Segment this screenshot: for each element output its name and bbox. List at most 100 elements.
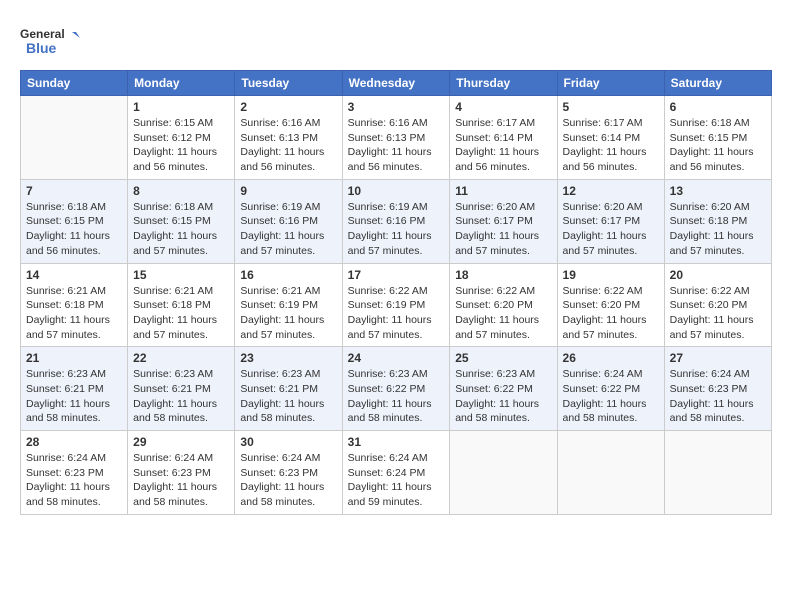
day-info: Sunrise: 6:16 AM Sunset: 6:13 PM Dayligh…: [240, 116, 336, 175]
day-number: 10: [348, 184, 445, 198]
calendar-table: SundayMondayTuesdayWednesdayThursdayFrid…: [20, 70, 772, 515]
day-number: 19: [563, 268, 659, 282]
day-cell: 23 Sunrise: 6:23 AM Sunset: 6:21 PM Dayli…: [235, 347, 342, 431]
day-cell: 11 Sunrise: 6:20 AM Sunset: 6:17 PM Dayli…: [450, 179, 557, 263]
day-info: Sunrise: 6:17 AM Sunset: 6:14 PM Dayligh…: [563, 116, 659, 175]
day-info: Sunrise: 6:24 AM Sunset: 6:23 PM Dayligh…: [240, 451, 336, 510]
day-number: 17: [348, 268, 445, 282]
logo: General Blue: [20, 20, 80, 60]
day-cell: [664, 431, 771, 515]
day-number: 12: [563, 184, 659, 198]
day-cell: 22 Sunrise: 6:23 AM Sunset: 6:21 PM Dayli…: [128, 347, 235, 431]
day-info: Sunrise: 6:23 AM Sunset: 6:21 PM Dayligh…: [133, 367, 229, 426]
day-info: Sunrise: 6:22 AM Sunset: 6:20 PM Dayligh…: [563, 284, 659, 343]
day-info: Sunrise: 6:24 AM Sunset: 6:23 PM Dayligh…: [133, 451, 229, 510]
day-cell: 25 Sunrise: 6:23 AM Sunset: 6:22 PM Dayli…: [450, 347, 557, 431]
day-info: Sunrise: 6:20 AM Sunset: 6:17 PM Dayligh…: [455, 200, 551, 259]
day-info: Sunrise: 6:21 AM Sunset: 6:19 PM Dayligh…: [240, 284, 336, 343]
day-info: Sunrise: 6:21 AM Sunset: 6:18 PM Dayligh…: [133, 284, 229, 343]
day-cell: 17Sunrise: 6:22 AM Sunset: 6:19 PM Dayli…: [342, 263, 450, 347]
day-cell: [450, 431, 557, 515]
day-info: Sunrise: 6:23 AM Sunset: 6:22 PM Dayligh…: [455, 367, 551, 426]
day-number: 31: [348, 435, 445, 449]
svg-text:Blue: Blue: [26, 40, 57, 56]
day-cell: 28Sunrise: 6:24 AM Sunset: 6:23 PM Dayli…: [21, 431, 128, 515]
col-header-wednesday: Wednesday: [342, 71, 450, 96]
day-cell: 19 Sunrise: 6:22 AM Sunset: 6:20 PM Dayli…: [557, 263, 664, 347]
day-cell: 1Sunrise: 6:15 AM Sunset: 6:12 PM Daylig…: [128, 96, 235, 180]
day-info: Sunrise: 6:22 AM Sunset: 6:20 PM Dayligh…: [455, 284, 551, 343]
day-number: 14: [26, 268, 122, 282]
day-number: 3: [348, 100, 445, 114]
day-info: Sunrise: 6:20 AM Sunset: 6:17 PM Dayligh…: [563, 200, 659, 259]
day-number: 24: [348, 351, 445, 365]
day-number: 26: [563, 351, 659, 365]
day-cell: 12 Sunrise: 6:20 AM Sunset: 6:17 PM Dayli…: [557, 179, 664, 263]
day-number: 5: [563, 100, 659, 114]
day-cell: 31Sunrise: 6:24 AM Sunset: 6:24 PM Dayli…: [342, 431, 450, 515]
day-number: 13: [670, 184, 766, 198]
week-row-4: 21 Sunrise: 6:23 AM Sunset: 6:21 PM Dayli…: [21, 347, 772, 431]
day-number: 18: [455, 268, 551, 282]
day-cell: 30 Sunrise: 6:24 AM Sunset: 6:23 PM Dayli…: [235, 431, 342, 515]
day-number: 7: [26, 184, 122, 198]
day-cell: 3 Sunrise: 6:16 AM Sunset: 6:13 PM Daylig…: [342, 96, 450, 180]
day-number: 29: [133, 435, 229, 449]
day-number: 15: [133, 268, 229, 282]
day-info: Sunrise: 6:18 AM Sunset: 6:15 PM Dayligh…: [133, 200, 229, 259]
day-info: Sunrise: 6:21 AM Sunset: 6:18 PM Dayligh…: [26, 284, 122, 343]
week-row-3: 14 Sunrise: 6:21 AM Sunset: 6:18 PM Dayli…: [21, 263, 772, 347]
day-info: Sunrise: 6:23 AM Sunset: 6:21 PM Dayligh…: [240, 367, 336, 426]
day-number: 11: [455, 184, 551, 198]
day-cell: 14 Sunrise: 6:21 AM Sunset: 6:18 PM Dayli…: [21, 263, 128, 347]
col-header-friday: Friday: [557, 71, 664, 96]
day-cell: 16 Sunrise: 6:21 AM Sunset: 6:19 PM Dayli…: [235, 263, 342, 347]
logo-svg: General Blue: [20, 20, 80, 60]
col-header-saturday: Saturday: [664, 71, 771, 96]
day-cell: 2 Sunrise: 6:16 AM Sunset: 6:13 PM Daylig…: [235, 96, 342, 180]
day-cell: 4 Sunrise: 6:17 AM Sunset: 6:14 PM Daylig…: [450, 96, 557, 180]
day-number: 21: [26, 351, 122, 365]
day-cell: 10Sunrise: 6:19 AM Sunset: 6:16 PM Dayli…: [342, 179, 450, 263]
page-header: General Blue: [20, 20, 772, 60]
day-cell: 6 Sunrise: 6:18 AM Sunset: 6:15 PM Daylig…: [664, 96, 771, 180]
day-number: 16: [240, 268, 336, 282]
week-row-2: 7 Sunrise: 6:18 AM Sunset: 6:15 PM Daylig…: [21, 179, 772, 263]
day-cell: 15 Sunrise: 6:21 AM Sunset: 6:18 PM Dayli…: [128, 263, 235, 347]
day-info: Sunrise: 6:19 AM Sunset: 6:16 PM Dayligh…: [240, 200, 336, 259]
day-cell: 29 Sunrise: 6:24 AM Sunset: 6:23 PM Dayli…: [128, 431, 235, 515]
day-number: 22: [133, 351, 229, 365]
day-number: 20: [670, 268, 766, 282]
day-number: 25: [455, 351, 551, 365]
col-header-monday: Monday: [128, 71, 235, 96]
day-number: 4: [455, 100, 551, 114]
day-info: Sunrise: 6:18 AM Sunset: 6:15 PM Dayligh…: [670, 116, 766, 175]
week-row-1: 1Sunrise: 6:15 AM Sunset: 6:12 PM Daylig…: [21, 96, 772, 180]
col-header-tuesday: Tuesday: [235, 71, 342, 96]
day-number: 1: [133, 100, 229, 114]
day-number: 6: [670, 100, 766, 114]
week-row-5: 28Sunrise: 6:24 AM Sunset: 6:23 PM Dayli…: [21, 431, 772, 515]
day-cell: 9 Sunrise: 6:19 AM Sunset: 6:16 PM Daylig…: [235, 179, 342, 263]
day-info: Sunrise: 6:22 AM Sunset: 6:20 PM Dayligh…: [670, 284, 766, 343]
day-info: Sunrise: 6:24 AM Sunset: 6:22 PM Dayligh…: [563, 367, 659, 426]
day-cell: 18 Sunrise: 6:22 AM Sunset: 6:20 PM Dayli…: [450, 263, 557, 347]
column-headers: SundayMondayTuesdayWednesdayThursdayFrid…: [21, 71, 772, 96]
day-info: Sunrise: 6:16 AM Sunset: 6:13 PM Dayligh…: [348, 116, 445, 175]
day-info: Sunrise: 6:17 AM Sunset: 6:14 PM Dayligh…: [455, 116, 551, 175]
col-header-thursday: Thursday: [450, 71, 557, 96]
day-cell: 5 Sunrise: 6:17 AM Sunset: 6:14 PM Daylig…: [557, 96, 664, 180]
day-cell: 7 Sunrise: 6:18 AM Sunset: 6:15 PM Daylig…: [21, 179, 128, 263]
day-cell: [557, 431, 664, 515]
day-number: 30: [240, 435, 336, 449]
day-info: Sunrise: 6:18 AM Sunset: 6:15 PM Dayligh…: [26, 200, 122, 259]
day-info: Sunrise: 6:24 AM Sunset: 6:23 PM Dayligh…: [26, 451, 122, 510]
day-info: Sunrise: 6:23 AM Sunset: 6:21 PM Dayligh…: [26, 367, 122, 426]
day-number: 23: [240, 351, 336, 365]
day-cell: [21, 96, 128, 180]
day-cell: 20 Sunrise: 6:22 AM Sunset: 6:20 PM Dayli…: [664, 263, 771, 347]
day-cell: 13Sunrise: 6:20 AM Sunset: 6:18 PM Dayli…: [664, 179, 771, 263]
day-number: 27: [670, 351, 766, 365]
day-number: 9: [240, 184, 336, 198]
day-number: 2: [240, 100, 336, 114]
